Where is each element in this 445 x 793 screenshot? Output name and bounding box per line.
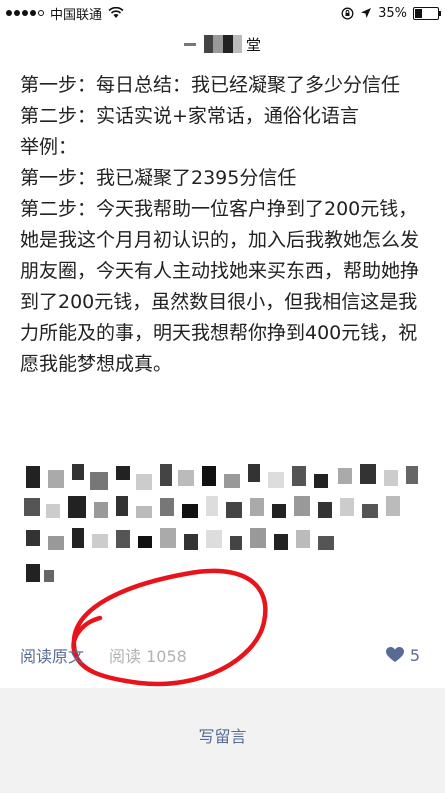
article-title-bar: 堂 bbox=[0, 26, 445, 62]
signal-icon bbox=[6, 10, 44, 16]
wifi-icon bbox=[108, 7, 124, 18]
carrier-label: 中国联通 bbox=[50, 7, 103, 23]
location-arrow-icon bbox=[361, 8, 372, 18]
read-original-link[interactable]: 阅读原文 bbox=[20, 643, 84, 667]
article-line: 第一步：我已凝聚了2395分信任 bbox=[20, 167, 297, 189]
title-mosaic bbox=[183, 35, 242, 53]
article-line: 第一步：每日总结：我已经凝聚了多少分信任 bbox=[20, 74, 401, 96]
comment-area: 写留言 bbox=[0, 688, 445, 793]
pixelated-text-block bbox=[20, 460, 430, 590]
article-line: 第二步：今天我帮助一位客户挣到了200元钱，她是我这个月月初认识的，加入后我教她… bbox=[20, 198, 420, 375]
status-left: 中国联通 bbox=[0, 4, 124, 23]
write-comment-button[interactable]: 写留言 bbox=[0, 723, 445, 747]
article-footer: 阅读原文 阅读 1058 5 bbox=[20, 640, 420, 670]
status-bar: 中国联通 35% bbox=[0, 0, 445, 26]
read-count: 阅读 1058 bbox=[109, 647, 187, 666]
orientation-lock-icon bbox=[341, 7, 354, 19]
battery-icon bbox=[413, 6, 441, 20]
article-body: 第一步：每日总结：我已经凝聚了多少分信任 第二步：实话实说+家常话，通俗化语言 … bbox=[20, 70, 430, 380]
title-suffix: 堂 bbox=[245, 35, 261, 54]
like-button[interactable]: 5 bbox=[385, 645, 420, 665]
battery-percent: 35% bbox=[378, 5, 407, 21]
status-right: 35% bbox=[341, 6, 445, 21]
article-line: 举例： bbox=[20, 136, 78, 158]
like-count: 5 bbox=[409, 645, 420, 665]
heart-icon bbox=[385, 647, 404, 662]
article-line: 第二步：实话实说+家常话，通俗化语言 bbox=[20, 105, 359, 127]
